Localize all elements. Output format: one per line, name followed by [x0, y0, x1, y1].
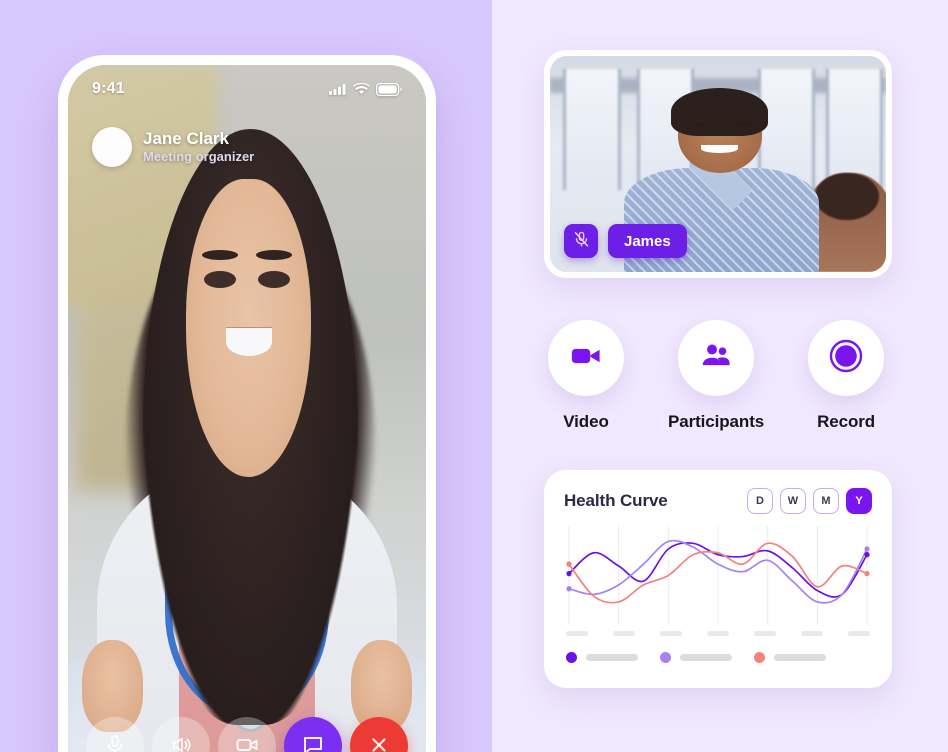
video-feed: James	[550, 56, 886, 272]
chat-button[interactable]	[284, 717, 342, 752]
video-camera-icon	[235, 733, 259, 752]
chart-gridlines	[568, 526, 868, 625]
cellular-signal-icon	[329, 83, 347, 95]
people-icon	[699, 339, 733, 378]
video-camera-icon	[569, 339, 603, 378]
video-overlay-controls: James	[564, 224, 687, 258]
range-selector: D W M Y	[747, 488, 872, 514]
action-participants-circle	[678, 320, 755, 396]
health-curve-card: Health Curve D W M Y	[544, 470, 892, 688]
close-icon	[368, 734, 390, 752]
chat-bubble-icon	[301, 733, 325, 752]
doctor-video-feed	[68, 65, 426, 752]
phone-screen: 9:41 Jane Clark Meeting organizer	[68, 65, 426, 752]
camera-button[interactable]	[218, 717, 276, 752]
action-record[interactable]: Record	[808, 320, 885, 432]
participant-tag: Jane Clark Meeting organizer	[92, 127, 254, 167]
legend-label-placeholder	[586, 654, 638, 661]
action-participants[interactable]: Participants	[668, 320, 764, 432]
mic-button[interactable]	[86, 717, 144, 752]
wifi-icon	[353, 83, 370, 95]
mic-muted-button[interactable]	[564, 224, 598, 258]
chart-endpoint-dot	[566, 561, 572, 567]
chart-endpoint-dot	[864, 551, 870, 558]
chart-x-label-placeholder	[660, 631, 682, 636]
record-icon	[828, 338, 864, 379]
legend-item	[754, 652, 826, 663]
actions-row: Video Participants Record	[544, 320, 904, 432]
status-icons	[329, 82, 402, 96]
participant-name: Jane Clark	[143, 129, 229, 149]
chart-x-labels	[564, 631, 872, 636]
chart-x-label-placeholder	[707, 631, 729, 636]
range-pill-w[interactable]: W	[780, 488, 806, 514]
screen-tint	[68, 65, 426, 752]
chart-x-label-placeholder	[613, 631, 635, 636]
end-call-button[interactable]	[350, 717, 408, 752]
action-video[interactable]: Video	[548, 320, 624, 432]
chart-x-label-placeholder	[801, 631, 823, 636]
right-panel: James Video Participants Record Health C…	[492, 0, 948, 752]
legend-dot	[660, 652, 671, 663]
video-background-window	[563, 68, 621, 190]
legend-dot	[754, 652, 765, 663]
range-pill-d[interactable]: D	[747, 488, 773, 514]
participant-role: Meeting organizer	[143, 149, 255, 165]
chart-x-label-placeholder	[754, 631, 776, 636]
speaker-button[interactable]	[152, 717, 210, 752]
range-pill-m[interactable]: M	[813, 488, 839, 514]
background-person-hair	[815, 172, 880, 221]
chart-title: Health Curve	[564, 491, 668, 510]
health-curve-plot	[566, 526, 870, 625]
legend-item	[660, 652, 732, 663]
status-clock: 9:41	[92, 80, 125, 97]
left-panel: 9:41 Jane Clark Meeting organizer	[0, 0, 492, 752]
chart-endpoint-dot	[566, 570, 572, 577]
action-video-circle	[548, 320, 624, 396]
participant-name-badge: James	[608, 224, 687, 258]
call-toolbar	[68, 707, 426, 752]
participant-hair	[670, 88, 769, 136]
chart-legend	[564, 652, 872, 663]
video-participant-card[interactable]: James	[544, 50, 892, 278]
chart-endpoint-dot	[566, 585, 572, 592]
legend-label-placeholder	[680, 654, 732, 661]
chart-endpoint-dot	[864, 570, 870, 577]
legend-label-placeholder	[774, 654, 826, 661]
battery-icon	[376, 82, 402, 96]
action-video-label: Video	[563, 412, 609, 431]
legend-dot	[566, 652, 577, 663]
action-record-circle	[808, 320, 885, 396]
avatar	[92, 127, 132, 167]
range-pill-y[interactable]: Y	[846, 488, 872, 514]
participant-text: Jane Clark Meeting organizer	[143, 128, 254, 165]
speaker-icon	[170, 734, 192, 752]
microphone-icon	[104, 734, 126, 752]
legend-item	[566, 652, 638, 663]
action-participants-label: Participants	[668, 412, 765, 431]
chart-x-label-placeholder	[566, 631, 588, 636]
video-background-window	[825, 68, 883, 190]
status-bar: 9:41	[68, 65, 426, 105]
chart-x-label-placeholder	[848, 631, 870, 636]
microphone-muted-icon	[573, 231, 590, 251]
chart-endpoint-dot	[864, 546, 870, 552]
action-record-label: Record	[817, 412, 876, 431]
phone-mockup: 9:41 Jane Clark Meeting organizer	[58, 55, 436, 752]
chart-header: Health Curve D W M Y	[564, 488, 872, 514]
